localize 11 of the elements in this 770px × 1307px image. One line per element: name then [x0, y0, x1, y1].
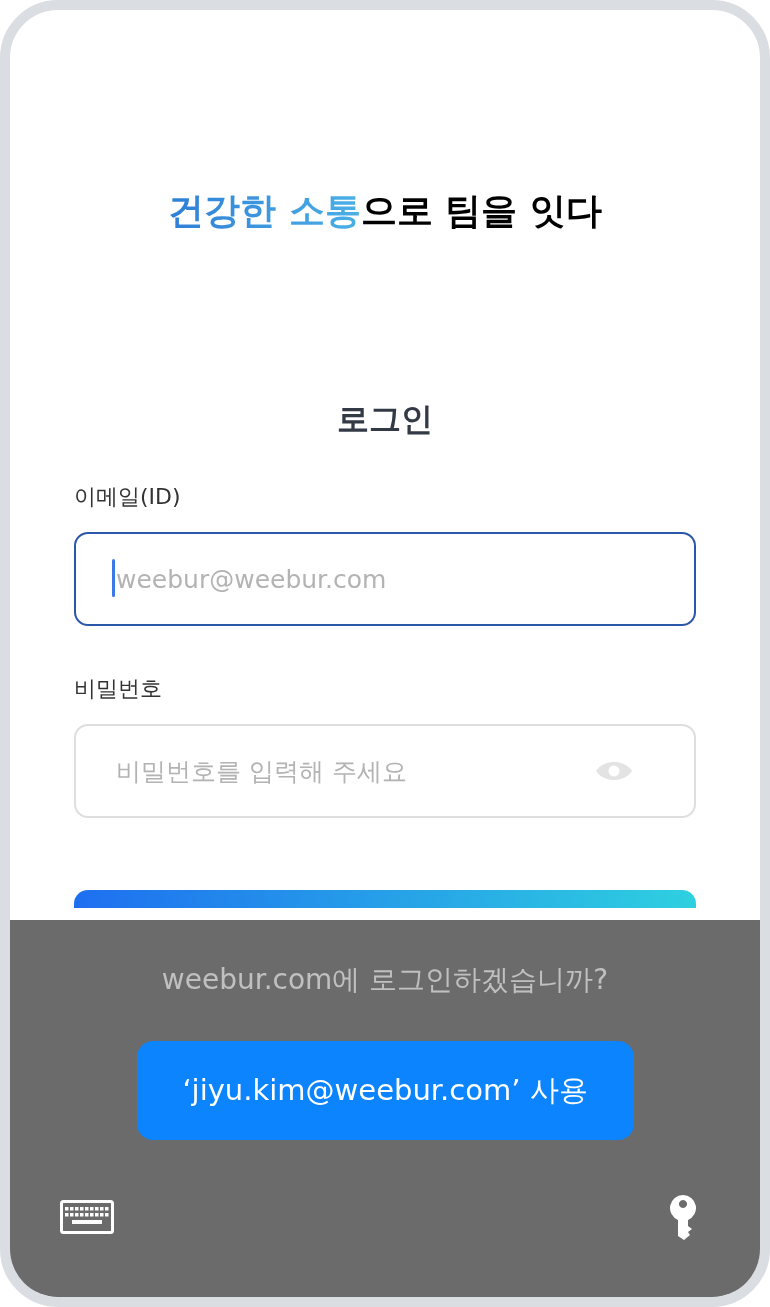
field-label: 비밀번호 — [74, 675, 163, 703]
email-field[interactable]: weebur@weebur.com — [74, 532, 696, 626]
text-caret — [112, 559, 115, 597]
headline: 건강한 소통으로 팀을 잇다 — [167, 189, 603, 233]
field-label: 이메일(ID) — [74, 483, 182, 511]
autofill-prompt: weebur.com에 로그인하겠습니까? — [161, 962, 609, 998]
keyboard-icon[interactable] — [60, 1200, 114, 1234]
key-icon[interactable] — [669, 1194, 697, 1240]
password-field[interactable]: 비밀번호를 입력해 주세요 — [74, 724, 696, 818]
use-account-button[interactable]: ‘jiyu.kim@weebur.com’ 사용 — [136, 1041, 634, 1140]
login-title: 로그인 — [336, 399, 434, 440]
